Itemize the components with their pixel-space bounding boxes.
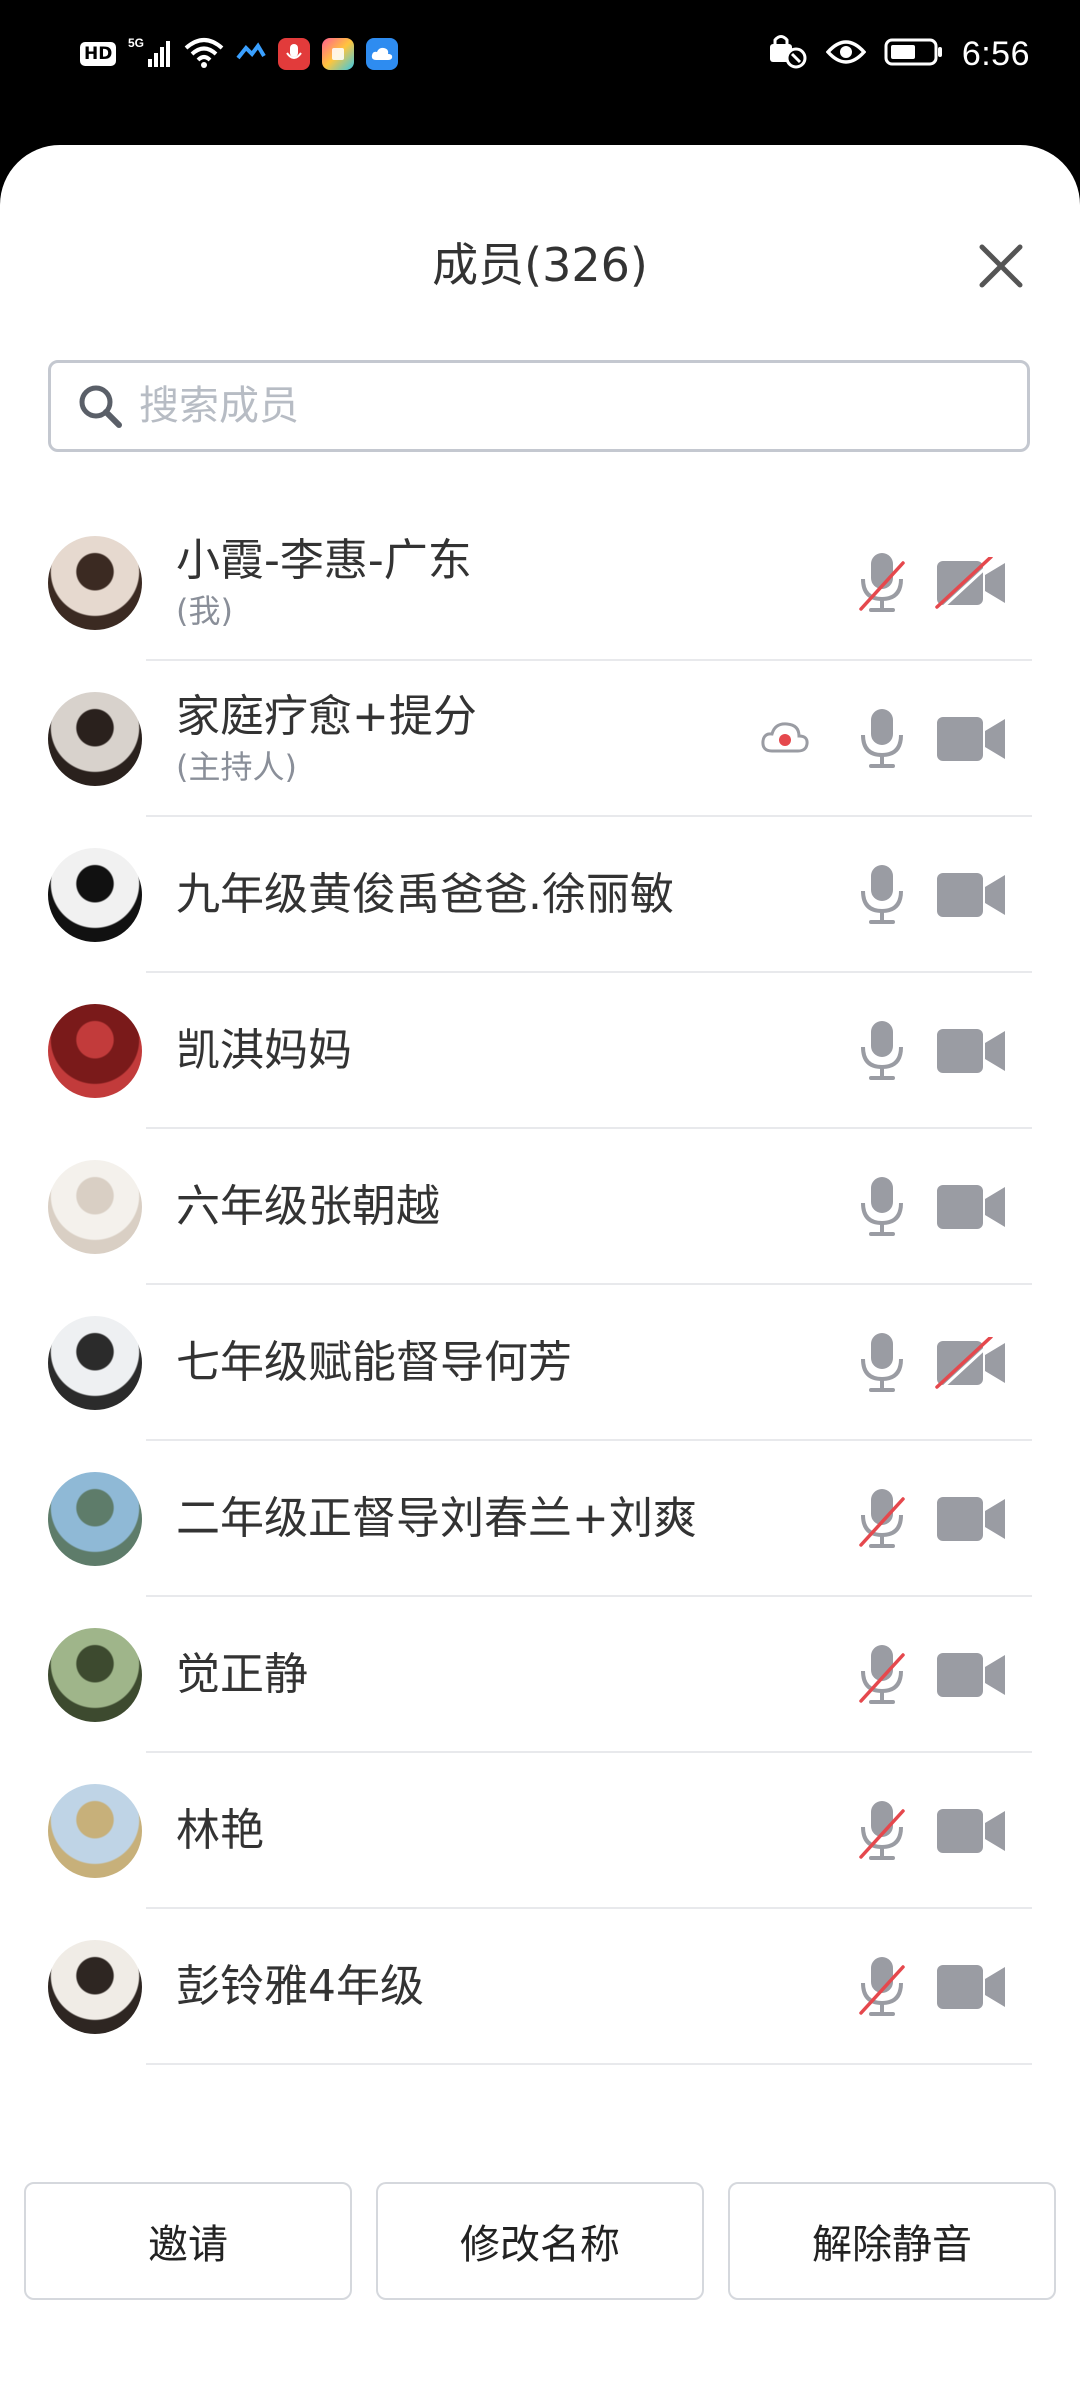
member-name: 家庭疗愈+提分 bbox=[176, 691, 477, 742]
camera-icon[interactable] bbox=[935, 1493, 1007, 1549]
app-logo-icon bbox=[236, 42, 267, 66]
member-info: 觉正静 bbox=[176, 1597, 308, 1753]
camera-off-icon[interactable] bbox=[935, 1335, 1007, 1393]
cloud-app-icon bbox=[366, 38, 399, 70]
member-name: 彭铃雅4年级 bbox=[176, 1961, 424, 2012]
mic-icon[interactable] bbox=[855, 1173, 909, 1245]
member-row[interactable]: 二年级正督导刘春兰+刘爽 bbox=[0, 1441, 1080, 1597]
signal-icon: 5G bbox=[128, 35, 172, 73]
member-info: 九年级黄俊禹爸爸.徐丽敏 bbox=[176, 817, 674, 973]
camera-icon[interactable] bbox=[935, 1025, 1007, 1081]
member-list[interactable]: 小霞-李惠-广东 (我) 家庭疗愈+提分 (主持人) 九年级黄俊禹爸爸.徐丽敏 … bbox=[0, 505, 1080, 2080]
close-icon bbox=[979, 244, 1023, 288]
avatar[interactable] bbox=[48, 1472, 142, 1566]
status-right: 6:56 bbox=[768, 32, 1030, 76]
eye-icon bbox=[825, 38, 867, 70]
mic-muted-icon[interactable] bbox=[855, 1953, 909, 2025]
member-info: 二年级正督导刘春兰+刘爽 bbox=[176, 1441, 697, 1597]
search-icon bbox=[79, 385, 122, 428]
mic-muted-icon[interactable] bbox=[855, 1797, 909, 1869]
avatar[interactable] bbox=[48, 692, 142, 786]
camera-icon[interactable] bbox=[935, 1805, 1007, 1861]
avatar[interactable] bbox=[48, 536, 142, 630]
camera-icon[interactable] bbox=[935, 713, 1007, 769]
mic-icon[interactable] bbox=[855, 1017, 909, 1089]
member-info: 林艳 bbox=[176, 1753, 264, 1909]
vpn-lock-icon bbox=[768, 34, 808, 74]
rename-button[interactable]: 修改名称 bbox=[376, 2182, 704, 2300]
recorder-app-icon bbox=[278, 38, 311, 70]
member-name: 凯淇妈妈 bbox=[176, 1025, 352, 1076]
bottom-action-bar: 邀请 修改名称 解除静音 bbox=[0, 2159, 1080, 2400]
member-name: 林艳 bbox=[176, 1805, 264, 1856]
cloud-record-icon bbox=[760, 719, 810, 759]
camera-icon[interactable] bbox=[935, 1181, 1007, 1237]
close-button[interactable] bbox=[966, 231, 1036, 301]
member-name: 二年级正督导刘春兰+刘爽 bbox=[176, 1493, 697, 1544]
camera-icon[interactable] bbox=[935, 1649, 1007, 1705]
member-role: (我) bbox=[176, 592, 233, 630]
avatar[interactable] bbox=[48, 1004, 142, 1098]
member-name: 觉正静 bbox=[176, 1649, 308, 1700]
invite-button[interactable]: 邀请 bbox=[24, 2182, 352, 2300]
mic-muted-icon[interactable] bbox=[855, 1641, 909, 1713]
mic-icon[interactable] bbox=[855, 1329, 909, 1401]
search-input[interactable] bbox=[137, 382, 1027, 430]
member-info: 家庭疗愈+提分 (主持人) bbox=[176, 661, 477, 817]
member-role: (主持人) bbox=[176, 748, 297, 786]
clock-time: 6:56 bbox=[961, 34, 1030, 73]
camera-off-icon[interactable] bbox=[935, 555, 1007, 613]
member-info: 凯淇妈妈 bbox=[176, 973, 352, 1129]
member-name: 七年级赋能督导何芳 bbox=[176, 1337, 572, 1388]
mic-icon[interactable] bbox=[855, 861, 909, 933]
mic-muted-icon[interactable] bbox=[855, 549, 909, 621]
member-row[interactable]: 九年级黄俊禹爸爸.徐丽敏 bbox=[0, 817, 1080, 973]
member-row[interactable]: 凯淇妈妈 bbox=[0, 973, 1080, 1129]
avatar[interactable] bbox=[48, 1160, 142, 1254]
mic-muted-icon[interactable] bbox=[855, 1485, 909, 1557]
gallery-app-icon bbox=[322, 38, 355, 70]
member-row[interactable]: 彭铃雅4年级 bbox=[0, 1909, 1080, 2065]
avatar[interactable] bbox=[48, 1940, 142, 2034]
hd-badge: HD bbox=[80, 42, 117, 66]
member-name: 六年级张朝越 bbox=[176, 1181, 440, 1232]
member-row-partial[interactable] bbox=[0, 2065, 1080, 2080]
members-sheet: 成员(326) 小霞-李惠-广东 (我) bbox=[0, 145, 1080, 2400]
sheet-title: 成员(326) bbox=[432, 238, 648, 292]
member-name: 小霞-李惠-广东 bbox=[176, 535, 472, 586]
avatar[interactable] bbox=[48, 1784, 142, 1878]
member-info: 彭铃雅4年级 bbox=[176, 1909, 424, 2065]
member-info: 七年级赋能督导何芳 bbox=[176, 1285, 572, 1441]
member-info: 小霞-李惠-广东 (我) bbox=[176, 505, 472, 661]
battery-icon bbox=[884, 37, 944, 71]
mic-icon[interactable] bbox=[855, 705, 909, 777]
member-row[interactable]: 林艳 bbox=[0, 1753, 1080, 1909]
member-row[interactable]: 七年级赋能督导何芳 bbox=[0, 1285, 1080, 1441]
member-row[interactable]: 六年级张朝越 bbox=[0, 1129, 1080, 1285]
camera-icon[interactable] bbox=[935, 1961, 1007, 2017]
status-bar: HD 5G 6:56 bbox=[0, 0, 1080, 145]
status-left: HD 5G bbox=[80, 34, 399, 74]
member-name: 九年级黄俊禹爸爸.徐丽敏 bbox=[176, 869, 674, 920]
wifi-icon bbox=[184, 36, 224, 72]
camera-icon[interactable] bbox=[935, 869, 1007, 925]
avatar[interactable] bbox=[48, 1628, 142, 1722]
svg-text:5G: 5G bbox=[128, 36, 144, 50]
member-row[interactable]: 觉正静 bbox=[0, 1597, 1080, 1753]
unmute-button[interactable]: 解除静音 bbox=[728, 2182, 1056, 2300]
member-row[interactable]: 家庭疗愈+提分 (主持人) bbox=[0, 661, 1080, 817]
member-row[interactable]: 小霞-李惠-广东 (我) bbox=[0, 505, 1080, 661]
member-info: 六年级张朝越 bbox=[176, 1129, 440, 1285]
avatar[interactable] bbox=[48, 848, 142, 942]
avatar[interactable] bbox=[48, 1316, 142, 1410]
search-box[interactable] bbox=[48, 360, 1030, 452]
